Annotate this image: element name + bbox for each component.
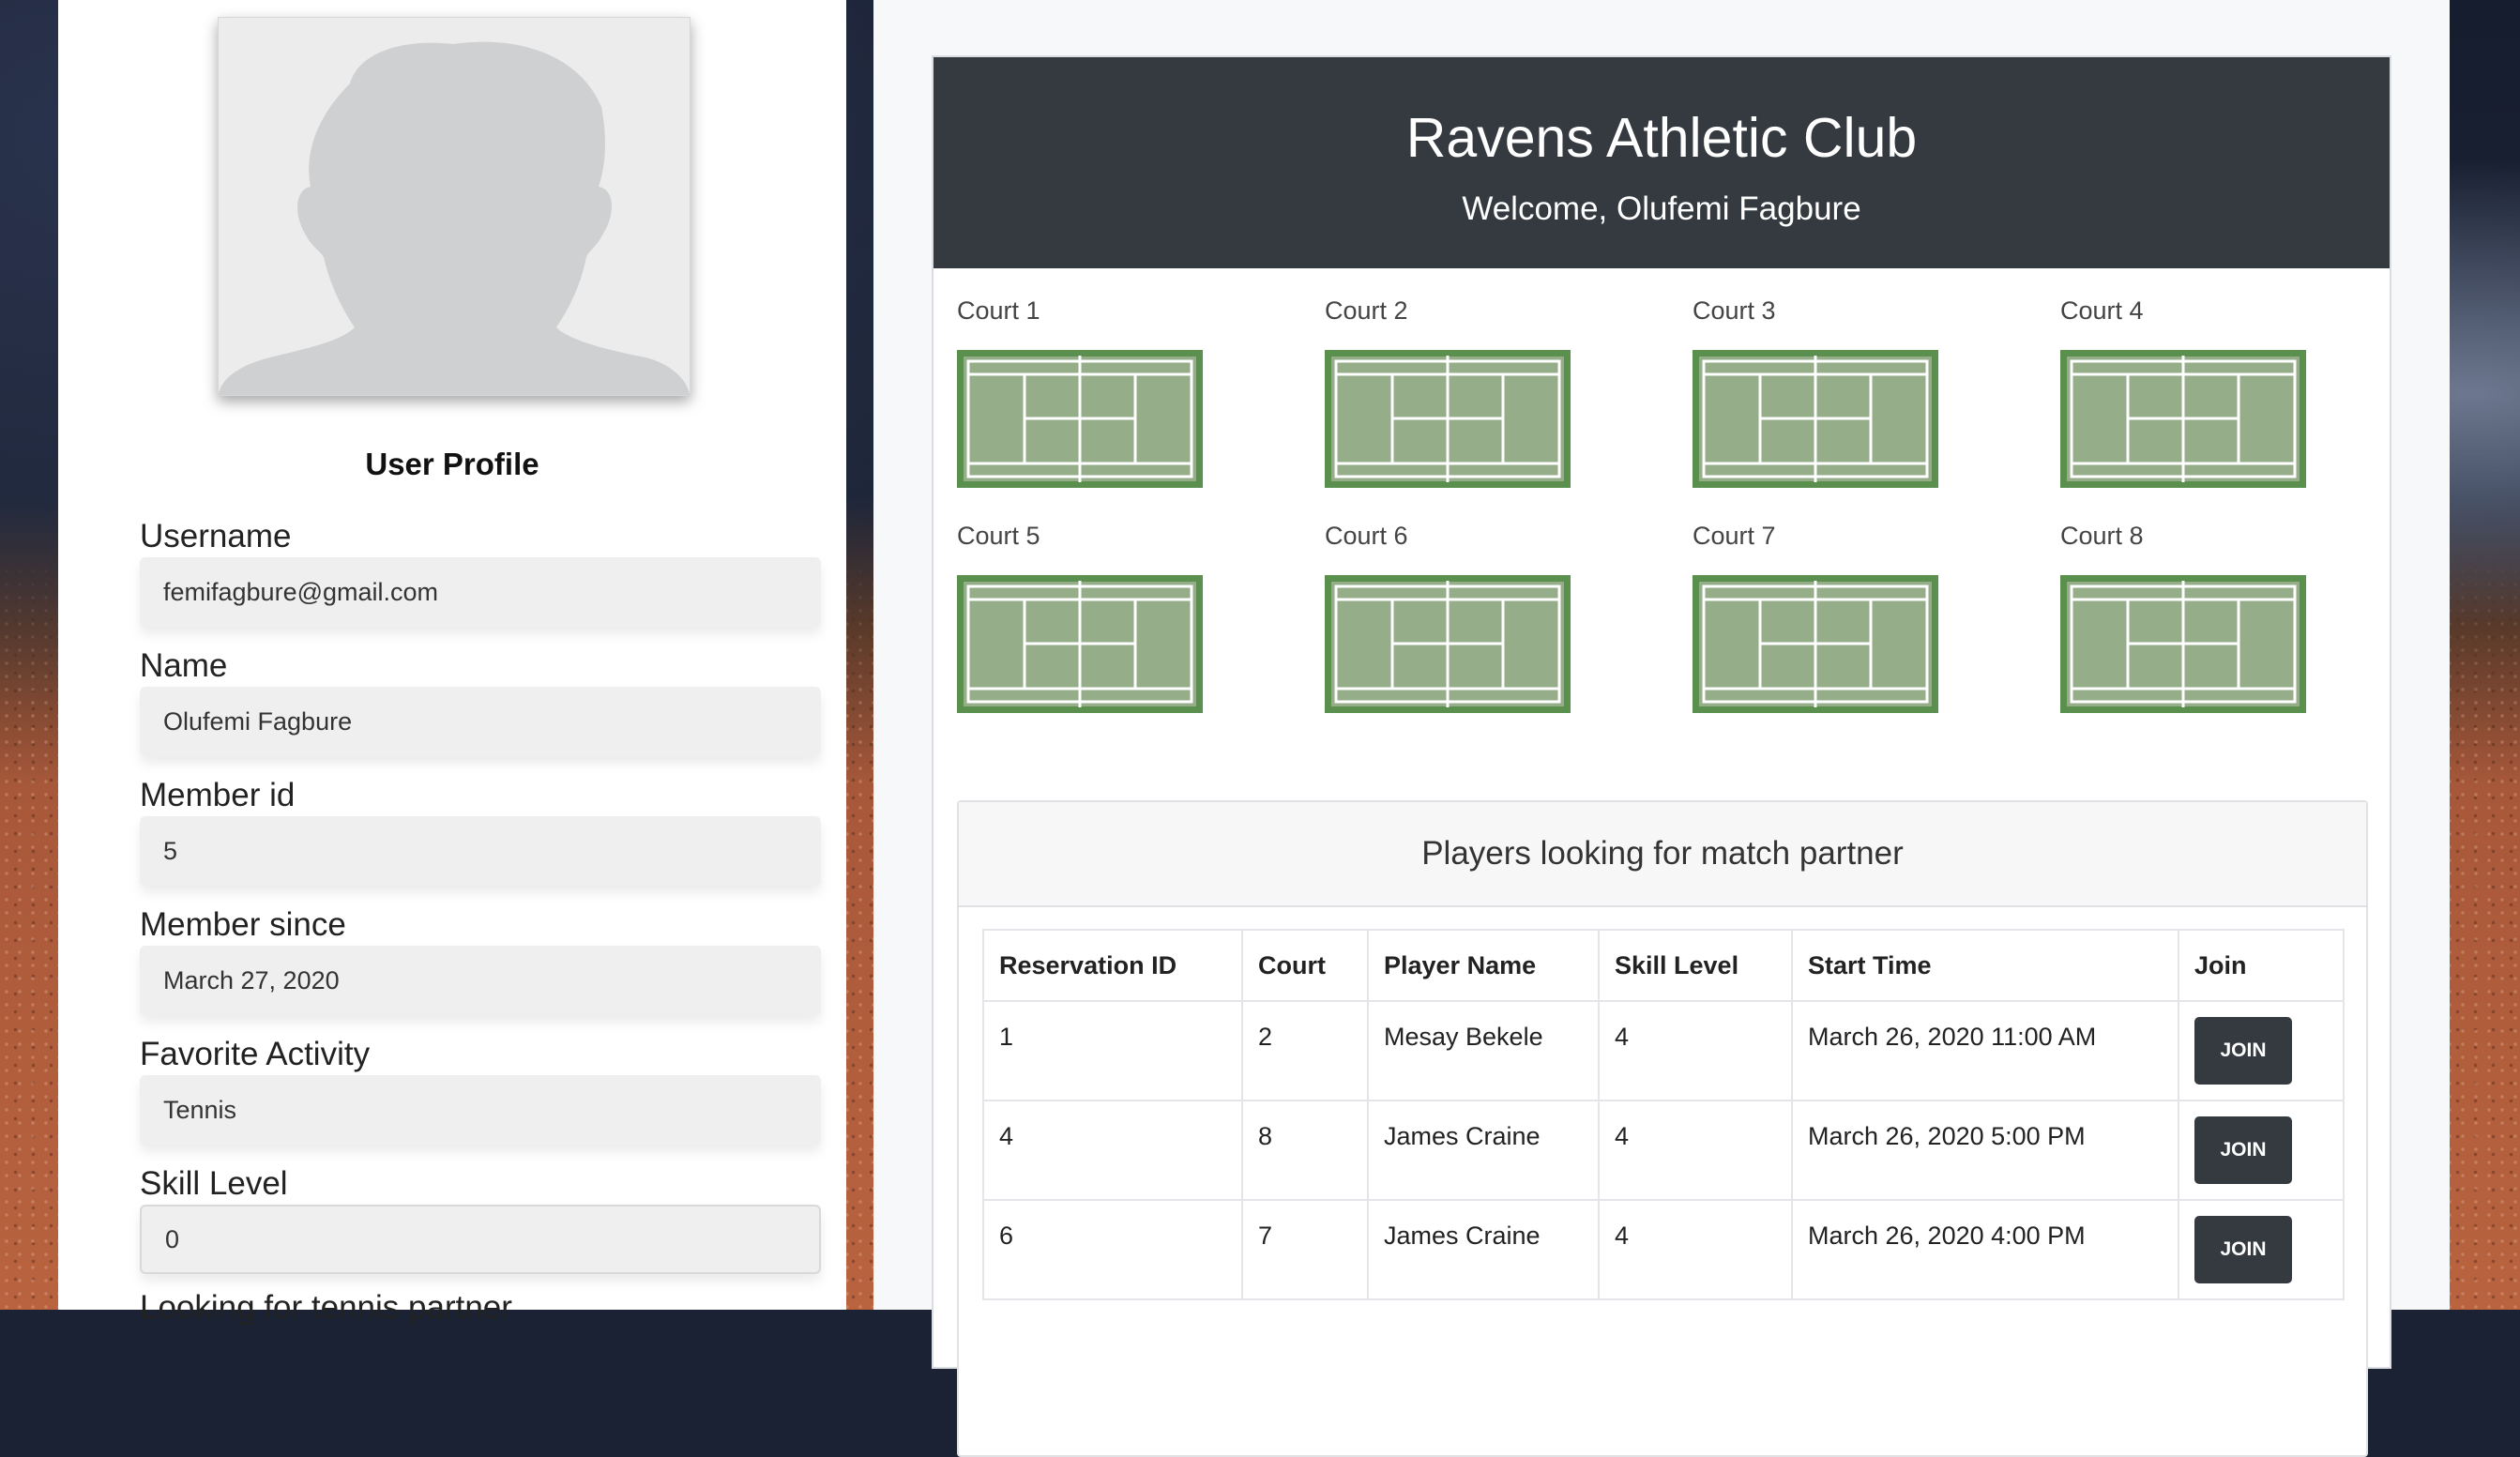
club-header: Ravens Athletic Club Welcome, Olufemi Fa… <box>934 57 2390 268</box>
club-card: Ravens Athletic Club Welcome, Olufemi Fa… <box>932 55 2391 1457</box>
court-label: Court 1 <box>957 296 1040 325</box>
start-time-cell: March 26, 2020 4:00 PM <box>1791 1199 2179 1300</box>
column-header-join: Join <box>2178 929 2345 1002</box>
table-row: 6 7 James Craine 4 March 26, 2020 4:00 P… <box>982 1199 2345 1300</box>
court-label: Court 4 <box>2060 296 2144 325</box>
column-header-court: Court <box>1241 929 1369 1002</box>
column-header-start-time: Start Time <box>1791 929 2179 1002</box>
favorite-activity-label: Favorite Activity <box>140 1036 371 1072</box>
reservation-id-cell: 6 <box>982 1199 1243 1300</box>
join-button[interactable]: JOIN <box>2194 1017 2292 1085</box>
table-header-row: Reservation ID Court Player Name Skill L… <box>982 929 2345 1002</box>
match-partner-heading: Players looking for match partner <box>959 802 2366 907</box>
court-3[interactable]: Court 3 <box>1693 292 1938 488</box>
tennis-court-icon <box>2060 575 2306 713</box>
court-8[interactable]: Court 8 <box>2060 517 2306 713</box>
skill-level-field[interactable]: 0 <box>140 1205 821 1274</box>
member-since-field[interactable]: March 27, 2020 <box>140 946 821 1015</box>
court-6[interactable]: Court 6 <box>1325 517 1571 713</box>
profile-title: User Profile <box>365 447 539 481</box>
court-2[interactable]: Court 2 <box>1325 292 1571 488</box>
court-label: Court 5 <box>957 522 1040 550</box>
court-5[interactable]: Court 5 <box>957 517 1203 713</box>
tennis-court-icon <box>1693 575 1938 713</box>
tennis-court-icon <box>1693 350 1938 488</box>
member-id-field[interactable]: 5 <box>140 816 821 886</box>
start-time-cell: March 26, 2020 11:00 AM <box>1791 1000 2179 1101</box>
favorite-activity-field[interactable]: Tennis <box>140 1075 821 1145</box>
court-cell: 8 <box>1241 1100 1369 1201</box>
court-4[interactable]: Court 4 <box>2060 292 2306 488</box>
person-silhouette-icon <box>219 41 690 395</box>
welcome-message: Welcome, Olufemi Fagbure <box>1462 190 1861 227</box>
player-name-cell: James Craine <box>1367 1100 1600 1201</box>
profile-panel: User Profile Username femifagbure@gmail.… <box>58 0 846 1326</box>
tennis-court-icon <box>2060 350 2306 488</box>
join-cell: JOIN <box>2178 1000 2345 1101</box>
member-since-label: Member since <box>140 906 346 943</box>
court-label: Court 3 <box>1693 296 1776 325</box>
username-field[interactable]: femifagbure@gmail.com <box>140 557 821 627</box>
reservation-id-cell: 4 <box>982 1100 1243 1201</box>
table-row: 4 8 James Craine 4 March 26, 2020 5:00 P… <box>982 1100 2345 1201</box>
court-label: Court 8 <box>2060 522 2144 550</box>
member-id-label: Member id <box>140 777 296 813</box>
player-name-cell: James Craine <box>1367 1199 1600 1300</box>
column-header-player-name: Player Name <box>1367 929 1600 1002</box>
court-7[interactable]: Court 7 <box>1693 517 1938 713</box>
court-1[interactable]: Court 1 <box>957 292 1203 488</box>
skill-level-cell: 4 <box>1598 1199 1793 1300</box>
match-partner-panel: Players looking for match partner Reserv… <box>957 800 2368 1457</box>
court-cell: 2 <box>1241 1000 1369 1101</box>
tennis-court-icon <box>957 350 1203 488</box>
name-field[interactable]: Olufemi Fagbure <box>140 687 821 756</box>
court-cell: 7 <box>1241 1199 1369 1300</box>
column-header-skill-level: Skill Level <box>1598 929 1793 1002</box>
tennis-partner-label: Looking for tennis partner <box>140 1289 512 1326</box>
start-time-cell: March 26, 2020 5:00 PM <box>1791 1100 2179 1201</box>
court-label: Court 7 <box>1693 522 1776 550</box>
join-cell: JOIN <box>2178 1199 2345 1300</box>
reservation-id-cell: 1 <box>982 1000 1243 1101</box>
avatar-placeholder <box>218 17 691 396</box>
skill-level-cell: 4 <box>1598 1000 1793 1101</box>
player-name-cell: Mesay Bekele <box>1367 1000 1600 1101</box>
main-panel: Ravens Athletic Club Welcome, Olufemi Fa… <box>873 0 2450 1457</box>
court-label: Court 2 <box>1325 296 1408 325</box>
username-label: Username <box>140 518 292 554</box>
court-label: Court 6 <box>1325 522 1408 550</box>
join-button[interactable]: JOIN <box>2194 1216 2292 1283</box>
tennis-court-icon <box>1325 350 1571 488</box>
join-button[interactable]: JOIN <box>2194 1116 2292 1184</box>
name-label: Name <box>140 647 228 684</box>
reservations-table: Reservation ID Court Player Name Skill L… <box>982 929 2345 1300</box>
skill-level-label: Skill Level <box>140 1165 288 1202</box>
table-row: 1 2 Mesay Bekele 4 March 26, 2020 11:00 … <box>982 1000 2345 1101</box>
tennis-court-icon <box>957 575 1203 713</box>
club-title: Ravens Athletic Club <box>1405 107 1918 169</box>
tennis-court-icon <box>1325 575 1571 713</box>
column-header-reservation-id: Reservation ID <box>982 929 1243 1002</box>
join-cell: JOIN <box>2178 1100 2345 1201</box>
skill-level-cell: 4 <box>1598 1100 1793 1201</box>
